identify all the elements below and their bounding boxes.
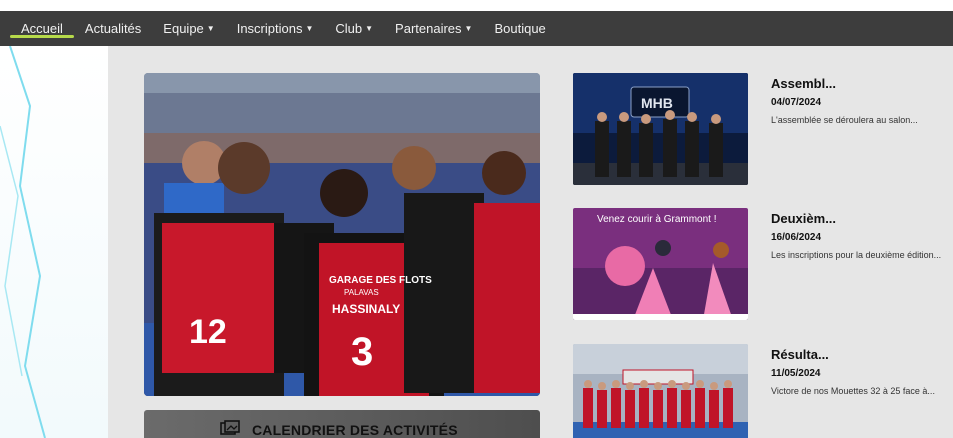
news-date: 11/05/2024 — [771, 368, 821, 379]
caret-down-icon: ▼ — [464, 24, 473, 33]
jersey-number-left: 12 — [189, 313, 227, 351]
news-date: 04/07/2024 — [771, 97, 822, 108]
jersey-number: 3 — [351, 330, 373, 374]
news-item-resultats[interactable]: Résulta... 11/05/2024 Victore de nos Mou… — [573, 344, 953, 438]
nav-accueil[interactable]: Accueil — [10, 11, 74, 46]
nav-label: Club — [335, 21, 363, 36]
caret-down-icon: ▼ — [365, 24, 374, 33]
nav-boutique[interactable]: Boutique — [483, 11, 556, 46]
jersey-city-text: PALAVAS — [344, 288, 379, 297]
news-item-assemblee[interactable]: MHB Assembl... 04/07/2024 L'assemblée se… — [573, 73, 953, 188]
nav-label: Accueil — [21, 21, 63, 36]
news-excerpt: Les inscriptions pour la deuxième éditio… — [771, 250, 942, 260]
team-gym-photo — [573, 344, 748, 438]
news-date: 16/06/2024 — [771, 232, 822, 243]
calendar-banner-label: CALENDRIER DES ACTIVITÉS — [252, 422, 458, 438]
news-title[interactable]: Deuxièm... — [771, 211, 836, 226]
main-content: GARAGE DES FLOTS PALAVAS HASSINALY 3 12 … — [108, 46, 953, 438]
nav-label: Boutique — [494, 21, 546, 36]
news-thumbnail[interactable]: Venez courir à Grammont ! — [573, 208, 748, 320]
jersey-sponsor-text: GARAGE DES FLOTS — [329, 275, 432, 286]
nav-label: Actualités — [84, 21, 142, 36]
nav-equipe[interactable]: Equipe ▼ — [152, 11, 225, 46]
jersey-player-name: HASSINALY — [332, 302, 400, 316]
caret-down-icon: ▼ — [305, 24, 314, 33]
grammont-run-poster: Venez courir à Grammont ! — [573, 208, 748, 320]
news-excerpt: L'assemblée se déroulera au salon... — [771, 115, 918, 125]
nav-label: Inscriptions — [236, 21, 303, 36]
news-title[interactable]: Résulta... — [771, 347, 829, 362]
team-huddle-image: GARAGE DES FLOTS PALAVAS HASSINALY 3 12 — [144, 73, 540, 396]
main-navbar: Accueil Actualités Equipe ▼ Inscriptions ▼… — [0, 11, 953, 46]
mhb-assembly-photo: MHB — [573, 73, 748, 185]
nav-actualites[interactable]: Actualités — [74, 11, 152, 46]
hero-team-photo[interactable]: GARAGE DES FLOTS PALAVAS HASSINALY 3 12 — [144, 73, 540, 396]
top-strip — [0, 0, 953, 11]
calendar-photo-icon — [220, 419, 240, 438]
nav-partenaires[interactable]: Partenaires ▼ — [384, 11, 483, 46]
decorative-lines-graphic — [0, 46, 46, 438]
news-title[interactable]: Assembl... — [771, 76, 836, 91]
nav-inscriptions[interactable]: Inscriptions ▼ — [226, 11, 325, 46]
caret-down-icon: ▼ — [206, 24, 215, 33]
poster-headline: Venez courir à Grammont ! — [597, 214, 717, 225]
calendar-banner-button[interactable]: CALENDRIER DES ACTIVITÉS — [144, 410, 540, 438]
news-thumbnail[interactable]: MHB — [573, 73, 748, 185]
nav-label: Partenaires — [395, 21, 462, 36]
news-excerpt: Victore de nos Mouettes 32 à 25 face à..… — [771, 386, 935, 396]
news-thumbnail[interactable] — [573, 344, 748, 438]
nav-club[interactable]: Club ▼ — [324, 11, 384, 46]
nav-label: Equipe — [163, 21, 204, 36]
left-decoration — [0, 46, 108, 438]
mhb-logo-text: MHB — [641, 95, 673, 111]
news-item-course[interactable]: Venez courir à Grammont ! Deuxièm... 16/… — [573, 208, 953, 323]
